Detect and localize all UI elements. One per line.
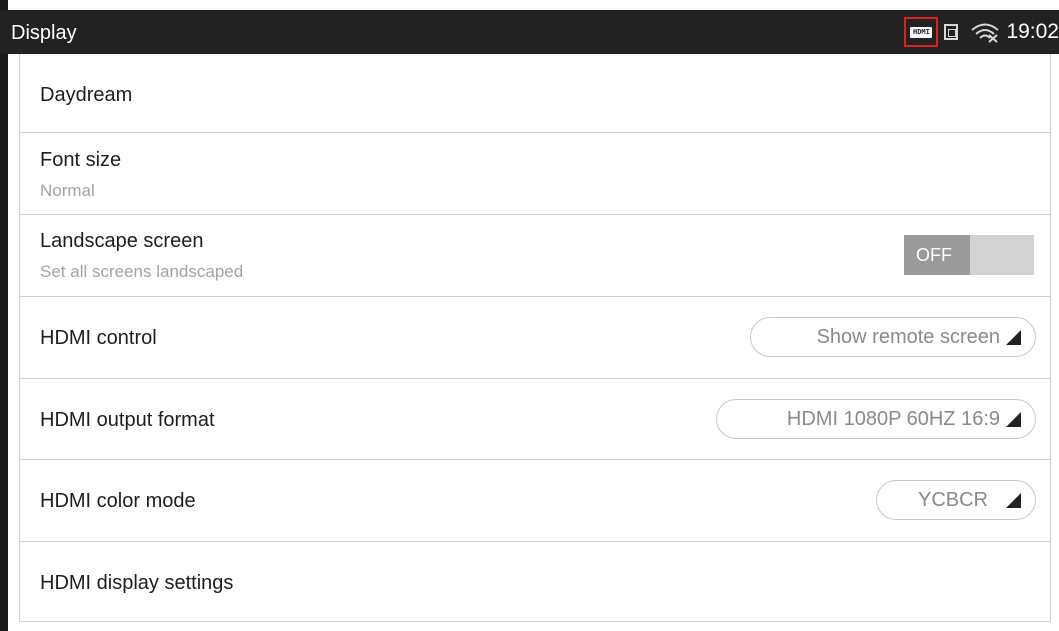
page-title: Display — [11, 22, 77, 44]
hdmi-control-dropdown[interactable]: Show remote screen — [750, 317, 1036, 357]
clock: 19:02 — [1006, 20, 1059, 43]
setting-summary: Normal — [40, 181, 95, 200]
hdmi-icon: HDMI — [910, 26, 933, 38]
status-bar: Display HDMI 19:02 — [0, 10, 1059, 54]
landscape-toggle[interactable]: OFF — [904, 235, 1034, 275]
settings-list: Daydream Font size Normal Landscape scre… — [19, 54, 1051, 622]
setting-title: HDMI color mode — [40, 490, 196, 512]
sim-icon — [944, 24, 959, 40]
setting-hdmi-color-mode[interactable]: HDMI color mode YCBCR — [20, 460, 1050, 542]
hdmi-icon-highlight: HDMI — [904, 17, 939, 47]
setting-daydream[interactable]: Daydream — [20, 54, 1050, 133]
dropdown-value: YCBCR — [917, 488, 988, 511]
setting-hdmi-output-format[interactable]: HDMI output format HDMI 1080P 60HZ 16:9 — [20, 379, 1050, 460]
setting-title: HDMI output format — [40, 409, 215, 431]
dropdown-triangle-icon — [1006, 411, 1021, 427]
toggle-off-label: OFF — [904, 235, 970, 275]
setting-title: HDMI display settings — [40, 572, 234, 594]
hdmi-color-mode-dropdown[interactable]: YCBCR — [876, 480, 1036, 520]
display-settings-screen: Display HDMI 19:02 Daydream Font size No… — [0, 0, 1059, 631]
dropdown-triangle-icon — [1006, 492, 1021, 508]
dropdown-value: HDMI 1080P 60HZ 16:9 — [786, 407, 1000, 430]
dropdown-triangle-icon — [1006, 329, 1021, 345]
setting-hdmi-control[interactable]: HDMI control Show remote screen — [20, 297, 1050, 379]
hdmi-output-format-dropdown[interactable]: HDMI 1080P 60HZ 16:9 — [716, 399, 1036, 439]
window-edge — [0, 0, 8, 631]
setting-font-size[interactable]: Font size Normal — [20, 133, 1050, 215]
setting-title: Font size — [40, 149, 122, 171]
setting-title: Landscape screen — [40, 230, 204, 252]
wifi-icon — [971, 23, 1000, 43]
dropdown-value: Show remote screen — [816, 325, 1000, 348]
setting-summary: Set all screens landscaped — [40, 262, 244, 281]
setting-hdmi-display-settings[interactable]: HDMI display settings — [20, 542, 1050, 622]
top-margin — [0, 0, 1059, 10]
setting-title: Daydream — [40, 84, 133, 106]
setting-title: HDMI control — [40, 327, 157, 349]
status-icons: HDMI 19:02 — [904, 16, 1059, 48]
setting-landscape-screen[interactable]: Landscape screen Set all screens landsca… — [20, 215, 1050, 297]
